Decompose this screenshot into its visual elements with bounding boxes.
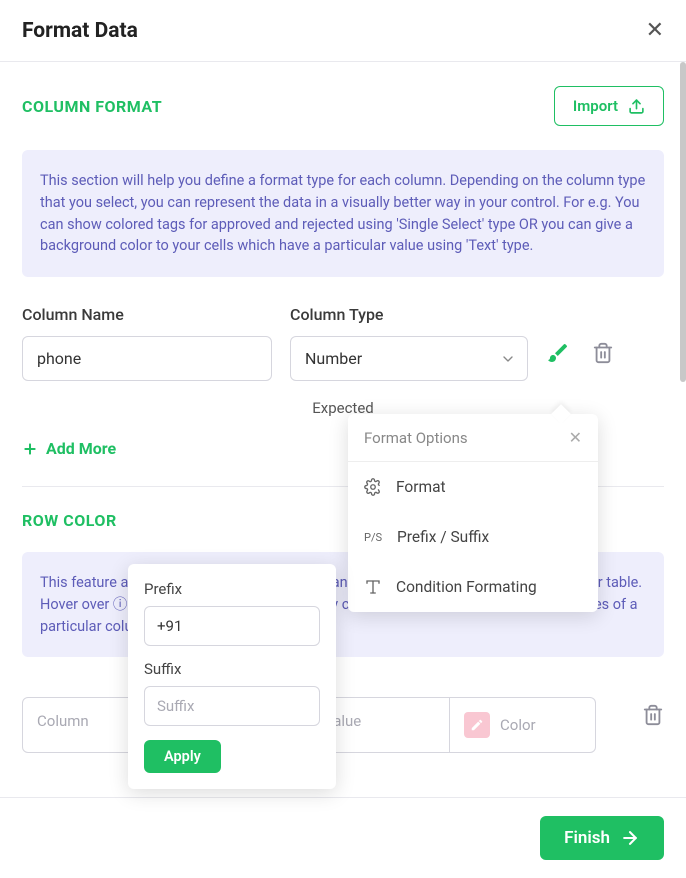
paint-icon[interactable] [546,341,570,365]
column-format-title: COLUMN FORMAT [22,97,162,116]
format-option-format-label: Format [396,478,446,496]
finish-button[interactable]: Finish [540,816,664,860]
format-options-popover: Format Options ✕ Format P/S Prefix / Suf… [348,414,598,612]
format-option-condition-label: Condition Formating [396,578,537,596]
column-row: Column Name Column Type Number [22,305,664,381]
scrollbar-thumb[interactable] [680,62,686,382]
row-delete-icon[interactable] [642,704,664,726]
column-type-label: Column Type [290,305,528,324]
column-format-head: COLUMN FORMAT Import [22,86,664,126]
row-color-label: Color [500,716,536,734]
type-icon [364,578,382,596]
row-color-input[interactable]: Color [450,697,596,753]
color-swatch [464,712,490,738]
popover-close-icon[interactable]: ✕ [569,428,582,447]
prefix-suffix-icon: P/S [364,528,383,546]
import-label: Import [573,97,618,115]
format-option-condition[interactable]: Condition Formating [348,562,598,612]
format-option-format[interactable]: Format [348,462,598,512]
column-type-group: Column Type Number [290,305,528,381]
add-more-label: Add More [46,439,116,458]
gear-icon [364,478,382,496]
prefix-label: Prefix [144,580,320,598]
scrollbar[interactable] [680,62,686,878]
close-icon[interactable]: ✕ [646,18,664,43]
page-title: Format Data [22,19,138,43]
column-name-label: Column Name [22,305,272,324]
format-options-title: Format Options [364,429,468,447]
plus-icon [22,441,38,457]
column-type-select[interactable]: Number [290,336,528,381]
prefix-input[interactable] [144,606,320,646]
footer: Finish [0,797,686,878]
arrow-right-icon [620,828,640,848]
svg-text:P/S: P/S [364,531,383,544]
import-button[interactable]: Import [554,86,664,126]
column-type-select-wrap: Number [290,336,528,381]
format-option-prefix-suffix[interactable]: P/S Prefix / Suffix [348,512,598,562]
column-name-group: Column Name [22,305,272,381]
column-name-input[interactable] [22,336,272,381]
suffix-label: Suffix [144,660,320,678]
delete-icon[interactable] [592,342,614,364]
suffix-input[interactable] [144,686,320,726]
upload-icon [628,98,645,115]
apply-button[interactable]: Apply [144,740,221,773]
panel-header: Format Data ✕ [0,0,686,61]
finish-label: Finish [564,828,610,848]
prefix-suffix-popover: Prefix Suffix Apply [128,564,336,789]
format-option-prefix-suffix-label: Prefix / Suffix [397,528,489,546]
column-format-info: This section will help you define a form… [22,150,664,277]
